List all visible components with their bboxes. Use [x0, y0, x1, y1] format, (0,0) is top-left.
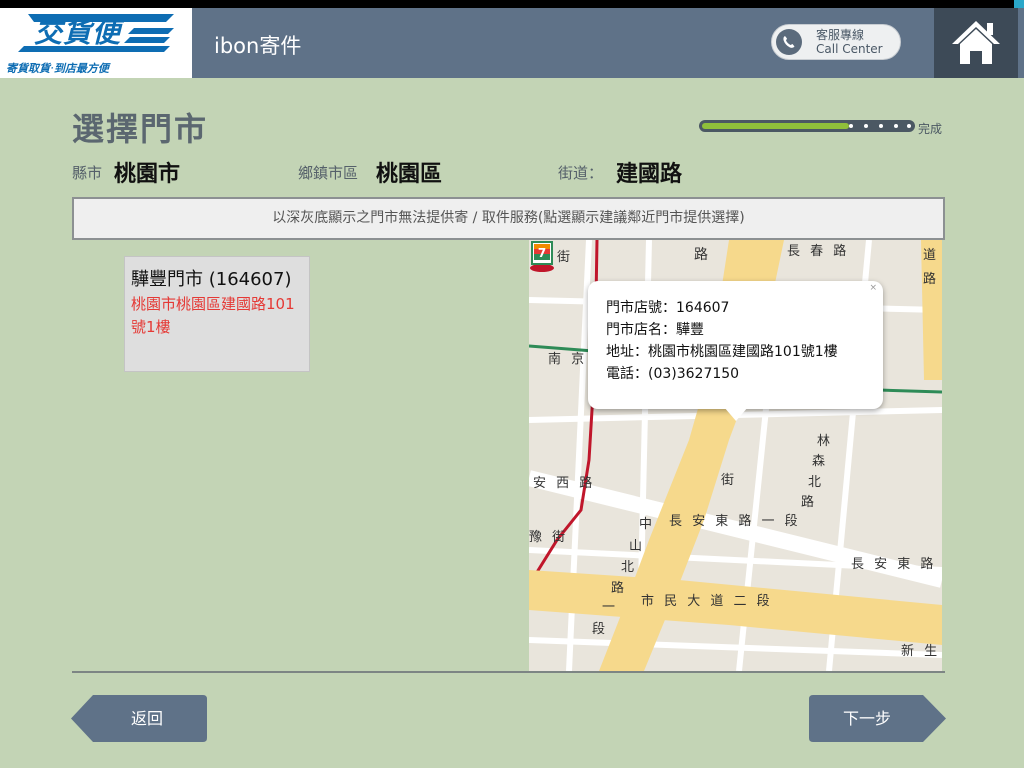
map-label: 北	[808, 475, 825, 490]
page-title: 選擇門市	[72, 110, 209, 148]
next-button[interactable]: 下一步	[809, 695, 946, 742]
map-label: 林	[817, 434, 834, 449]
progress-dot	[849, 124, 853, 128]
progress-dot	[907, 124, 911, 128]
map-label: 南 京	[548, 352, 588, 367]
map-label: 道	[923, 248, 940, 263]
map-label: 段	[592, 622, 609, 637]
logo-text: 交貨便	[34, 16, 122, 49]
map-label: 山	[629, 539, 646, 554]
progress-dot	[864, 124, 868, 128]
service-notice: 以深灰底顯示之門市無法提供寄 / 取件服務(點選顯示建議鄰近門市提供選擇)	[72, 197, 945, 240]
map-label: 路	[694, 247, 711, 263]
phone-icon	[776, 29, 802, 55]
svg-text:7: 7	[538, 246, 546, 260]
street-value: 建國路	[616, 162, 683, 187]
close-icon[interactable]: ×	[869, 283, 877, 293]
map-label: 街	[557, 250, 574, 265]
map-label: 市 民 大 道 二 段	[641, 594, 773, 609]
back-button-label: 返回	[131, 709, 164, 728]
logo[interactable]: 交貨便 寄貨取貨‧到店最方便	[0, 8, 192, 78]
map-label: 長 春 路	[787, 244, 850, 259]
progress-bar	[699, 120, 915, 132]
city-label: 縣市	[72, 164, 103, 182]
progress-dot	[879, 124, 883, 128]
store-info-popup: × 門市店號：164607 門市店名：驊豐 地址：桃園市桃園區建國路101號1樓…	[588, 281, 883, 421]
top-strip	[0, 0, 1024, 20]
next-button-label: 下一步	[843, 709, 892, 728]
district-label: 鄉鎮市區	[298, 164, 359, 182]
home-button[interactable]	[934, 8, 1018, 78]
call-center-label-zh: 客服專線	[816, 28, 865, 42]
home-icon	[952, 21, 1000, 64]
map-label: 街	[721, 473, 738, 488]
divider	[72, 671, 945, 673]
header-title: ibon寄件	[214, 34, 302, 58]
store-name: 驊豐門市 (164607)	[131, 269, 292, 290]
city-value: 桃園市	[114, 162, 181, 187]
map-label: 北	[621, 560, 638, 575]
map-label: 安 西 路	[533, 476, 596, 491]
store-marker-icon[interactable]: 7	[529, 240, 555, 274]
map-label: 森	[812, 454, 829, 469]
map-label: 中	[639, 517, 656, 532]
map-label: 新 生	[901, 644, 941, 659]
progress-dot	[894, 124, 898, 128]
progress-label: 完成	[918, 122, 943, 136]
back-button[interactable]: 返回	[71, 695, 207, 742]
district-value: 桃園區	[376, 162, 443, 187]
map-label: 路	[801, 495, 818, 510]
store-map[interactable]: 街 路 長 春 路 道 路 南 京 林 森 北 路 街 安 西 路 中 山 北 …	[529, 240, 942, 671]
progress-fill	[702, 123, 849, 129]
call-center-button[interactable]: 客服專線 Call Center	[771, 24, 901, 60]
popup-store-number: 門市店號：164607	[606, 300, 730, 316]
map-label: 一	[602, 600, 619, 615]
street-label: 街道：	[558, 164, 604, 182]
logo-tagline: 寄貨取貨‧到店最方便	[6, 62, 109, 75]
store-address: 桃園市桃園區建國路101號1樓	[131, 295, 295, 336]
call-center-label-en: Call Center	[816, 42, 883, 56]
popup-phone: 電話：(03)3627150	[606, 366, 740, 382]
map-label: 路	[923, 272, 940, 287]
map-label: 長 安 東 路 一 段	[669, 514, 801, 529]
header-bar: 交貨便 寄貨取貨‧到店最方便 ibon寄件 客服專線 Call Center	[0, 8, 1024, 78]
page: 交貨便 寄貨取貨‧到店最方便 ibon寄件 客服專線 Call Center 選…	[0, 0, 1024, 768]
popup-store-name: 門市店名：驊豐	[606, 322, 704, 338]
map-label: 長 安 東 路 二	[851, 557, 942, 572]
popup-address: 地址：桃園市桃園區建國路101號1樓	[606, 344, 838, 360]
store-list-item[interactable]: 驊豐門市 (164607) 桃園市桃園區建國路101號1樓	[124, 256, 310, 372]
map-label: 豫 街	[529, 530, 569, 545]
map-label: 路	[611, 581, 628, 596]
